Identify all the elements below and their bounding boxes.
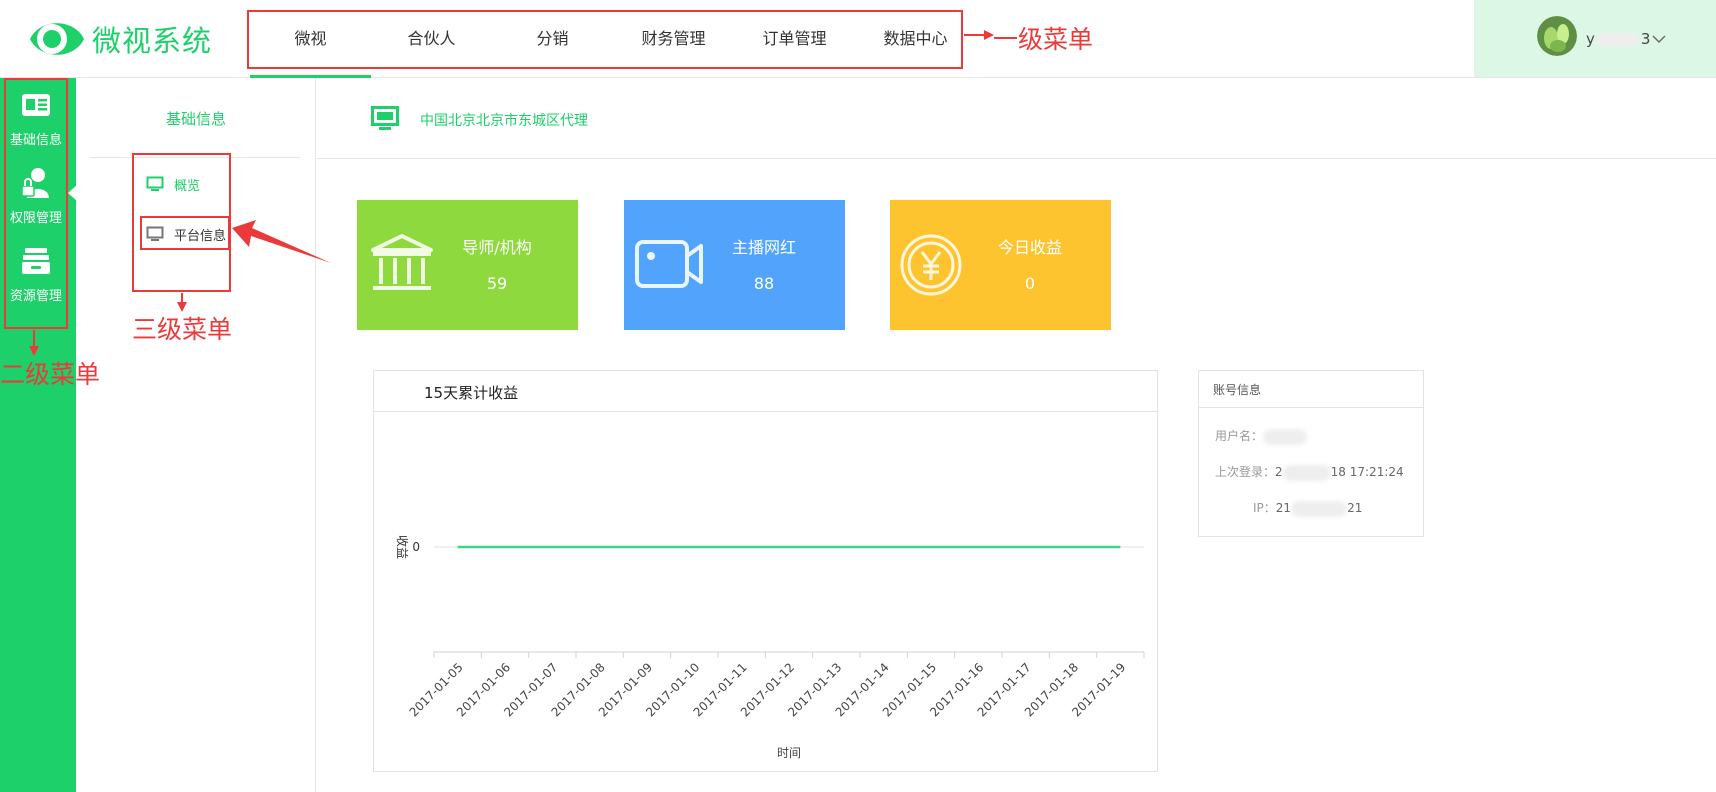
- yen-coin-icon: [900, 234, 962, 296]
- earnings-chart-panel: 15天累计收益 0 收益 2017-01-05 2017-01-06 2017-01-0…: [373, 370, 1158, 772]
- stat-card-mentors[interactable]: 导师/机构 59: [357, 200, 578, 330]
- chart-header: 15天累计收益: [374, 371, 1157, 412]
- breadcrumb-text: 中国北京北京市东城区代理: [420, 113, 588, 129]
- x-axis-label: 时间: [777, 746, 801, 760]
- account-username-row: 用户名：: [1215, 427, 1308, 445]
- card-title: 今日收益: [997, 238, 1062, 257]
- chart-title: 15天累计收益: [424, 384, 519, 402]
- ip-label: IP：: [1253, 501, 1276, 515]
- card-title: 导师/机构: [462, 238, 532, 257]
- main-content: 中国北京北京市东城区代理 导师/机构 59 主播网红 88 今日收益 0 15天…: [317, 78, 1716, 792]
- app-logo[interactable]: 微视系统: [26, 14, 212, 64]
- annotation-box-level1: [247, 10, 963, 69]
- stat-card-earnings[interactable]: 今日收益 0: [890, 200, 1111, 330]
- account-title: 账号信息: [1199, 371, 1423, 408]
- annotation-box-level2: [4, 78, 68, 329]
- avatar[interactable]: [1537, 16, 1577, 56]
- account-info-panel: 账号信息 用户名： 上次登录：2 18 17:21:24 IP：21 21: [1198, 370, 1424, 537]
- app-title: 微视系统: [92, 24, 213, 58]
- y-tick-label: 0: [412, 540, 420, 554]
- user-menu[interactable]: y3: [1474, 0, 1716, 77]
- ip-value-head: 21: [1275, 501, 1292, 515]
- redacted-value: [1282, 464, 1331, 481]
- y-axis-label: 收益: [395, 535, 409, 559]
- bank-icon: [371, 234, 433, 290]
- video-camera-icon: [635, 240, 703, 288]
- annotation-label-level1: 一级菜单: [993, 25, 1094, 54]
- ip-value-tail: 21: [1347, 501, 1363, 515]
- last-login-value-tail: 18 17:21:24: [1330, 465, 1404, 479]
- annotation-label-level2: 二级菜单: [0, 360, 101, 389]
- submenu-title: 基础信息: [165, 110, 226, 128]
- breadcrumb: 中国北京北京市东城区代理: [317, 78, 1716, 159]
- annotation-box-platform-info: [140, 216, 230, 250]
- card-value: 59: [486, 274, 508, 293]
- annotation-label-level3: 三级菜单: [132, 315, 233, 344]
- monitor-icon: [371, 106, 399, 130]
- user-name[interactable]: y3: [1586, 30, 1650, 48]
- card-value: 88: [753, 274, 775, 293]
- username-label: 用户名：: [1215, 429, 1264, 443]
- last-login-value-head: 2: [1275, 465, 1283, 479]
- card-title: 主播网红: [731, 238, 796, 257]
- eye-logo-icon: [30, 23, 84, 55]
- card-value: 0: [1024, 274, 1036, 293]
- account-last-login-row: 上次登录：2 18 17:21:24: [1215, 463, 1404, 481]
- chevron-down-icon[interactable]: [1652, 34, 1666, 44]
- account-ip-row: IP：21 21: [1253, 499, 1362, 517]
- last-login-label: 上次登录：: [1215, 465, 1276, 479]
- stat-card-streamers[interactable]: 主播网红 88: [624, 200, 845, 330]
- line-chart: 0收益2017-01-052017-01-062017-01-072017-01…: [395, 535, 1145, 760]
- redacted-value: [1263, 428, 1308, 445]
- redacted-value: [1291, 500, 1348, 517]
